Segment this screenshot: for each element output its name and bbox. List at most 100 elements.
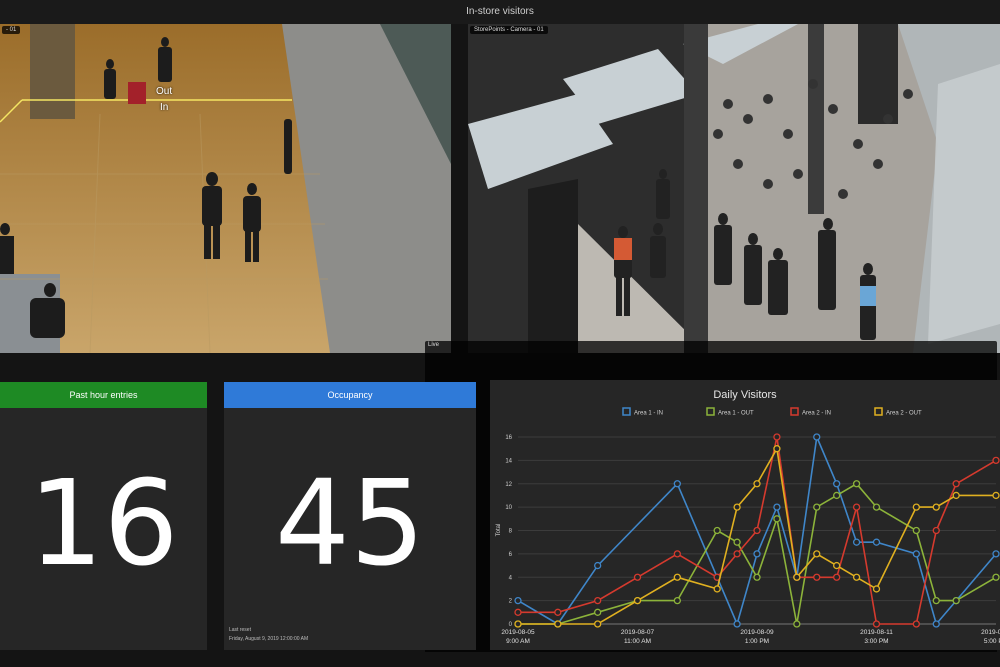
data-point bbox=[872, 585, 881, 593]
last-reset-info: Last reset Friday, August 9, 2019 12:00:… bbox=[229, 626, 308, 644]
data-point bbox=[753, 526, 761, 535]
x-tick-date: 2019-08-07 bbox=[621, 629, 655, 636]
data-point bbox=[514, 620, 522, 628]
occupancy-tile: Occupancy 45 Last reset Friday, August 9… bbox=[224, 382, 476, 650]
y-tick-label: 6 bbox=[509, 552, 513, 558]
legend-swatch bbox=[706, 407, 715, 416]
data-point bbox=[793, 620, 801, 628]
data-point bbox=[793, 573, 801, 581]
street-scene-image bbox=[468, 24, 1000, 353]
data-point bbox=[872, 538, 881, 546]
data-point bbox=[872, 503, 881, 511]
data-point bbox=[633, 596, 642, 605]
data-point bbox=[773, 515, 781, 523]
data-point bbox=[852, 538, 861, 546]
legend-swatch bbox=[790, 407, 799, 416]
data-point bbox=[992, 456, 1000, 465]
data-point bbox=[813, 433, 821, 441]
line-out-label: Out bbox=[156, 86, 173, 97]
data-point bbox=[872, 620, 881, 628]
legend-label: Area 1 - IN bbox=[634, 411, 663, 417]
data-point bbox=[753, 573, 761, 581]
data-point bbox=[852, 573, 861, 581]
data-point bbox=[594, 561, 602, 570]
data-point bbox=[992, 573, 1000, 581]
x-tick-date: 2019-08-1 bbox=[981, 629, 1000, 636]
x-tick-time: 1:00 PM bbox=[745, 638, 769, 645]
y-tick-label: 10 bbox=[505, 505, 512, 511]
camera-feed-mall[interactable]: - 01 Out In bbox=[0, 24, 451, 353]
data-point bbox=[912, 526, 920, 535]
bottom-strip bbox=[0, 652, 1000, 667]
data-point bbox=[713, 585, 721, 593]
x-tick-time: 11:00 AM bbox=[624, 638, 651, 645]
data-point bbox=[992, 550, 1000, 558]
data-point bbox=[852, 480, 861, 488]
data-point bbox=[833, 491, 841, 500]
y-tick-label: 2 bbox=[509, 599, 513, 605]
tile-value: 45 bbox=[274, 454, 426, 592]
data-point bbox=[952, 596, 960, 605]
line-in-label: In bbox=[160, 102, 169, 113]
camera-feed-street[interactable]: StorePoints - Camera - 01 bbox=[468, 24, 1000, 353]
data-point bbox=[813, 503, 821, 511]
data-point bbox=[753, 550, 761, 558]
y-tick-label: 4 bbox=[509, 575, 513, 581]
camera-label: - 01 bbox=[2, 26, 21, 34]
x-tick-date: 2019-08-05 bbox=[501, 629, 535, 636]
legend-label: Area 1 - OUT bbox=[718, 411, 754, 417]
x-tick-time: 9:00 AM bbox=[506, 638, 530, 645]
data-point bbox=[554, 620, 562, 628]
tile-value: 16 bbox=[28, 454, 179, 592]
y-axis-label: Total bbox=[496, 524, 502, 537]
data-point bbox=[952, 491, 960, 500]
y-tick-label: 12 bbox=[505, 482, 512, 488]
data-point bbox=[932, 526, 940, 535]
y-tick-label: 16 bbox=[505, 435, 512, 441]
data-point bbox=[833, 480, 841, 488]
data-point bbox=[852, 503, 861, 511]
data-point bbox=[833, 573, 841, 581]
past-hour-entries-tile: Past hour entries 16 bbox=[0, 382, 207, 650]
data-point bbox=[733, 620, 741, 628]
data-point bbox=[912, 550, 920, 558]
legend-swatch bbox=[622, 407, 631, 416]
daily-visitors-chart: Daily Visitors Area 1 - IN Area 1 - OUT Are… bbox=[490, 380, 1000, 650]
data-point bbox=[554, 608, 562, 616]
tile-header: Past hour entries bbox=[0, 382, 207, 408]
x-tick-time: 5:00 PM bbox=[984, 638, 1000, 645]
x-tick-date: 2019-08-11 bbox=[860, 629, 893, 636]
data-point bbox=[673, 596, 681, 605]
mall-scene-image bbox=[0, 24, 451, 353]
window-title-bar: In-store visitors bbox=[0, 0, 1000, 24]
data-point bbox=[514, 608, 522, 616]
data-point bbox=[813, 573, 821, 581]
tile-header: Occupancy bbox=[224, 382, 476, 408]
data-point bbox=[594, 608, 602, 616]
data-point bbox=[773, 445, 781, 453]
data-point bbox=[912, 620, 920, 628]
legend-label: Area 2 - IN bbox=[802, 411, 831, 417]
data-point bbox=[514, 596, 522, 605]
y-tick-label: 0 bbox=[509, 622, 513, 628]
data-point bbox=[992, 491, 1000, 500]
line-chart: Daily Visitors Area 1 - IN Area 1 - OUT Are… bbox=[496, 389, 1000, 645]
data-point bbox=[733, 503, 741, 511]
data-point bbox=[633, 573, 642, 581]
data-point bbox=[773, 503, 781, 511]
data-point bbox=[753, 480, 761, 488]
data-point bbox=[673, 573, 681, 581]
legend-label: Area 2 - OUT bbox=[886, 411, 922, 417]
series-line bbox=[518, 446, 996, 625]
data-point bbox=[673, 550, 681, 558]
x-tick-time: 3:00 PM bbox=[864, 638, 888, 645]
data-point bbox=[713, 526, 721, 535]
last-reset-label: Last reset bbox=[229, 627, 251, 633]
y-tick-label: 8 bbox=[509, 529, 513, 535]
data-point bbox=[594, 596, 602, 605]
data-point bbox=[932, 620, 940, 628]
camera-label: StorePoints - Camera - 01 bbox=[470, 26, 548, 34]
x-tick-date: 2019-08-09 bbox=[740, 629, 774, 636]
data-point bbox=[733, 538, 741, 546]
window-title: In-store visitors bbox=[466, 6, 534, 17]
